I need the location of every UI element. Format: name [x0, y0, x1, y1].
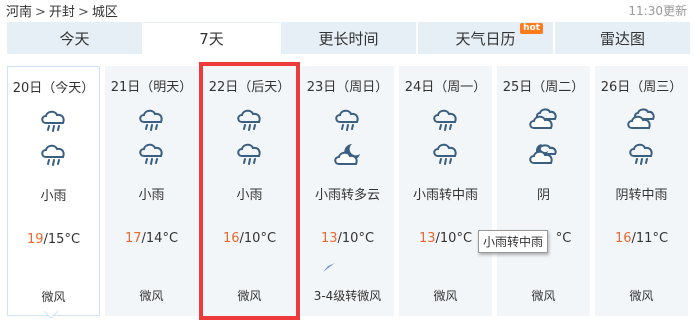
- day-date: 22日（后天）: [208, 80, 291, 95]
- tab-calendar[interactable]: 天气日历 hot: [416, 22, 553, 54]
- wind-text: 微风: [41, 290, 66, 304]
- day-date: 21日（明天）: [110, 80, 193, 95]
- tab-label: 更长时间: [318, 29, 379, 48]
- low-temp: /10°C: [337, 231, 375, 246]
- day-date: 20日（今天）: [12, 81, 95, 96]
- tab-label: 今天: [59, 29, 90, 48]
- day-card-tomorrow[interactable]: 21日（明天） 小雨 17/14°C 微风: [105, 66, 198, 316]
- forecast-tabs: 今天 7天 更长时间 天气日历 hot 雷达图: [7, 22, 690, 54]
- rain-cloud-icon: [136, 140, 168, 168]
- high-temp: 16: [614, 231, 632, 246]
- overcast-icon: [528, 106, 560, 134]
- weather-text: 小雨: [40, 189, 67, 204]
- high-temp: 16: [222, 231, 240, 246]
- tab-today[interactable]: 今天: [7, 22, 142, 54]
- low-temp: °C: [555, 231, 572, 246]
- day-date: 25日（周二）: [502, 80, 585, 95]
- low-temp: /15°C: [43, 232, 81, 247]
- day-card-day-after[interactable]: 22日（后天） 小雨 16/10°C 微风: [199, 62, 300, 320]
- temperature: 19/15°C: [8, 232, 99, 247]
- weather-text: 小雨: [236, 188, 263, 203]
- rain-cloud-icon: [136, 106, 168, 134]
- wind-text: 微风: [433, 289, 458, 303]
- rain-cloud-icon: [626, 140, 658, 168]
- day-card-sunday[interactable]: 23日（周日） 小雨转多云 13/10°C 3-4级转微风: [301, 66, 394, 316]
- wind-text: 微风: [531, 289, 556, 303]
- breadcrumb-separator: >: [35, 5, 46, 20]
- rain-cloud-icon: [234, 140, 266, 168]
- breadcrumb-separator: >: [77, 5, 89, 20]
- rain-cloud-icon: [332, 106, 364, 134]
- day-card-wednesday[interactable]: 26日（周三） 阴转中雨 16/11°C 微风: [595, 66, 688, 316]
- wind-direction-icon: [323, 263, 335, 272]
- weather-tooltip: 小雨转中雨: [478, 230, 549, 253]
- selected-day-pointer-icon: [44, 311, 58, 319]
- day-card-today[interactable]: 20日（今天） 小雨 19/15°C 微风: [7, 66, 100, 316]
- low-temp: /11°C: [631, 231, 669, 246]
- low-temp: /10°C: [239, 231, 277, 246]
- rain-cloud-icon: [38, 107, 70, 135]
- temperature: 13/10°C: [301, 231, 394, 246]
- tab-7day[interactable]: 7天: [142, 22, 279, 54]
- tab-radar[interactable]: 雷达图: [553, 22, 690, 54]
- high-temp: 13: [320, 231, 338, 246]
- high-temp: 13: [418, 231, 436, 246]
- tab-longer[interactable]: 更长时间: [279, 22, 416, 54]
- day-date: 26日（周三）: [600, 80, 683, 95]
- wind-text: 微风: [237, 289, 262, 303]
- weather-text: 小雨转中雨: [412, 188, 478, 203]
- rain-cloud-icon: [38, 141, 70, 169]
- day-date: 23日（周日）: [306, 80, 389, 95]
- seven-day-forecast: 20日（今天） 小雨 19/15°C 微风 21日（明天） 小雨 17/14°C…: [7, 62, 690, 320]
- overcast-night-icon: [528, 140, 560, 168]
- tab-label: 7天: [199, 30, 224, 48]
- weather-text: 小雨: [138, 188, 165, 203]
- weather-text: 阴: [536, 188, 550, 203]
- low-temp: /14°C: [141, 231, 179, 246]
- day-card-monday[interactable]: 24日（周一） 小雨转中雨 13/10°C 微风: [399, 66, 492, 316]
- breadcrumb: 河南 > 开封 > 城区: [6, 1, 118, 20]
- wind-text: 微风: [629, 289, 654, 303]
- overcast-icon: [626, 106, 658, 134]
- day-card-tuesday[interactable]: 25日（周二） 阴 °C 微风: [497, 66, 590, 316]
- hot-badge: hot: [520, 23, 543, 34]
- temperature: 16/10°C: [203, 231, 296, 246]
- high-temp: 17: [124, 231, 142, 246]
- high-temp: 19: [26, 232, 44, 247]
- breadcrumb-district[interactable]: 城区: [92, 5, 118, 20]
- tab-label: 天气日历: [455, 29, 516, 48]
- temperature: 16/11°C: [595, 231, 688, 246]
- rain-cloud-icon: [430, 106, 462, 134]
- rain-cloud-icon: [234, 106, 266, 134]
- weather-text: 小雨转多云: [314, 188, 380, 203]
- day-date: 24日（周一）: [404, 80, 487, 95]
- weather-text: 阴转中雨: [615, 188, 668, 203]
- update-time: 11:30更新: [628, 4, 687, 18]
- wind-text: 微风: [139, 289, 164, 303]
- cloudy-night-icon: [332, 140, 364, 168]
- tab-label: 雷达图: [599, 29, 645, 48]
- breadcrumb-city[interactable]: 开封: [49, 5, 75, 20]
- low-temp: /10°C: [435, 231, 473, 246]
- rain-cloud-icon: [430, 140, 462, 168]
- breadcrumb-province[interactable]: 河南: [6, 5, 32, 20]
- wind-text: 3-4级转微风: [313, 289, 382, 303]
- temperature: 17/14°C: [105, 231, 198, 246]
